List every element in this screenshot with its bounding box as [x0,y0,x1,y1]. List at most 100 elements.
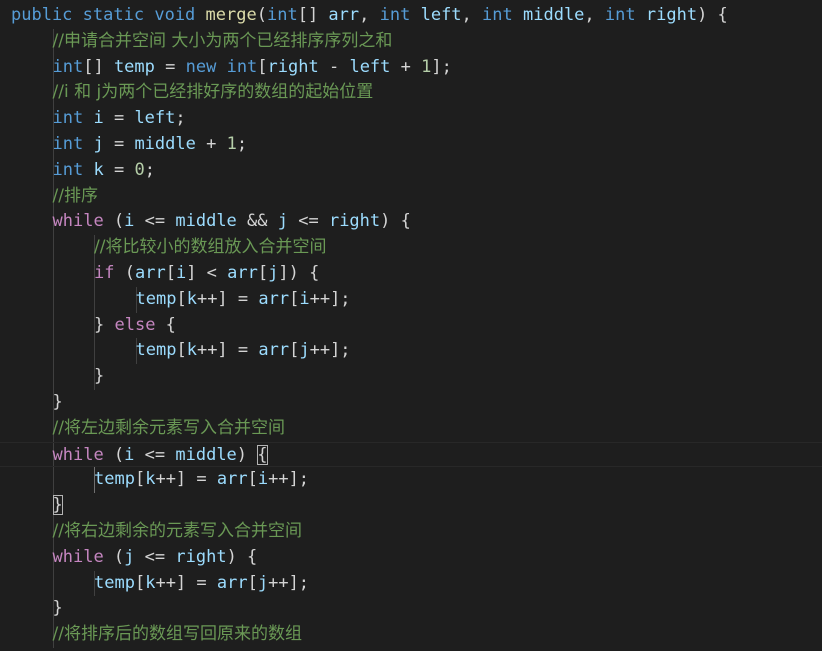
code-line[interactable]: //将左边剩余元素写入合并空间 [0,416,822,442]
code-text: //将左边剩余元素写入合并空间 [53,416,285,442]
code-token: k [93,159,104,180]
code-token: <= [288,211,329,232]
code-token: j [277,211,288,232]
code-comment: //将比较小的数组放入合并空间 [94,237,327,258]
code-token: ]) { [278,263,320,283]
code-token: j [299,340,310,361]
code-comment: //申请合并空间 大小为两个已经排序序列之和 [52,30,393,51]
code-token: <= [134,211,176,232]
code-text: while (i <= middle && j <= right) { [53,209,411,235]
code-token: temp [135,288,177,309]
code-line[interactable]: } [0,596,822,622]
code-token: [ [257,263,269,283]
code-comment: //将右边剩余的元素写入合并空间 [52,521,302,541]
code-token: right [645,5,698,25]
code-line[interactable]: //将比较小的数组放入合并空间 [0,235,822,261]
matched-bracket: } [52,495,63,516]
code-token: arr [216,469,248,490]
code-token: } [94,366,105,387]
code-token: j [268,263,279,283]
code-token: ; [144,159,155,180]
code-token: arr [258,288,290,309]
code-line[interactable]: } [0,493,822,519]
code-token: ++]; [268,572,310,593]
code-line[interactable]: //将排序后的数组写回原来的数组 [0,622,822,648]
code-token: [ [176,340,187,361]
code-line[interactable]: } [0,364,822,390]
code-line[interactable]: temp[k++] = arr[j++]; [0,571,822,597]
code-line[interactable]: } [0,390,822,416]
code-token: right [175,546,227,567]
code-editor[interactable]: public static void merge(int[] arr, int … [0,0,822,651]
code-token: j [257,572,269,593]
code-token: int [226,56,258,77]
code-token: = [103,159,135,180]
code-token: <= [134,546,176,567]
code-token: [ [176,288,187,309]
code-token: j [93,134,104,154]
code-token: [ [134,469,146,490]
code-line[interactable]: if (arr[i] < arr[j]) { [0,261,822,287]
code-token: else [114,314,156,335]
code-token: new [185,56,217,77]
code-line[interactable]: //将右边剩余的元素写入合并空间 [0,519,822,545]
code-comment: //排序 [52,185,98,206]
code-token: i [124,444,135,465]
code-token: static [82,5,145,25]
code-token: && [236,211,278,232]
code-token: ] < [186,263,228,283]
code-token: int [266,5,298,25]
code-token: j [124,546,135,567]
code-token: ( [103,211,125,232]
code-line[interactable]: while (i <= middle && j <= right) { [0,209,822,235]
code-line[interactable]: int[] temp = new int[right - left + 1]; [0,55,822,81]
code-token: ) { [697,5,728,25]
code-comment: //将左边剩余元素写入合并空间 [52,417,285,438]
code-line[interactable]: int i = left; [0,106,822,132]
code-token: { [155,314,176,335]
code-token: ]; [431,56,452,77]
code-token: ++] = [196,340,259,361]
code-line[interactable]: //i 和 j为两个已经排好序的数组的起始位置 [0,80,822,106]
code-text: int[] temp = new int[right - left + 1]; [53,55,452,81]
code-text: //排序 [53,184,98,210]
code-token: ++] = [155,572,217,593]
code-text: int j = middle + 1; [53,132,248,158]
code-token: i [93,108,104,129]
code-line[interactable]: while (j <= right) { [0,545,822,571]
code-text: } else { [94,313,176,339]
code-token: ) [236,444,258,465]
code-line[interactable]: temp[k++] = arr[j++]; [0,338,822,364]
code-line[interactable]: temp[k++] = arr[i++]; [0,287,822,313]
code-line-current[interactable]: while (i <= middle) { [0,441,822,468]
code-line[interactable]: public static void merge(int[] arr, int … [0,3,822,29]
code-token: ( [114,263,135,283]
code-text: temp[k++] = arr[i++]; [94,467,309,493]
code-token: ) { [380,211,411,232]
code-token: + [195,134,227,154]
code-token: middle [175,444,237,465]
code-token: ) { [226,546,258,567]
code-token: int [482,5,513,25]
code-line[interactable]: } else { [0,313,822,339]
code-token: = [103,134,135,154]
code-token: k [145,572,156,593]
code-line[interactable]: int k = 0; [0,158,822,184]
code-line[interactable]: temp[k++] = arr[i++]; [0,467,822,493]
code-comment: //将排序后的数组写回原来的数组 [52,624,302,645]
code-token: int [52,108,84,129]
code-line[interactable]: //排序 [0,184,822,210]
code-line[interactable]: int j = middle + 1; [0,132,822,158]
code-line[interactable]: //申请合并空间 大小为两个已经排序序列之和 [0,29,822,55]
code-text: } [53,390,63,416]
code-text: temp[k++] = arr[j++]; [94,571,309,597]
code-token: <= [134,444,176,465]
code-token: , [461,5,483,25]
